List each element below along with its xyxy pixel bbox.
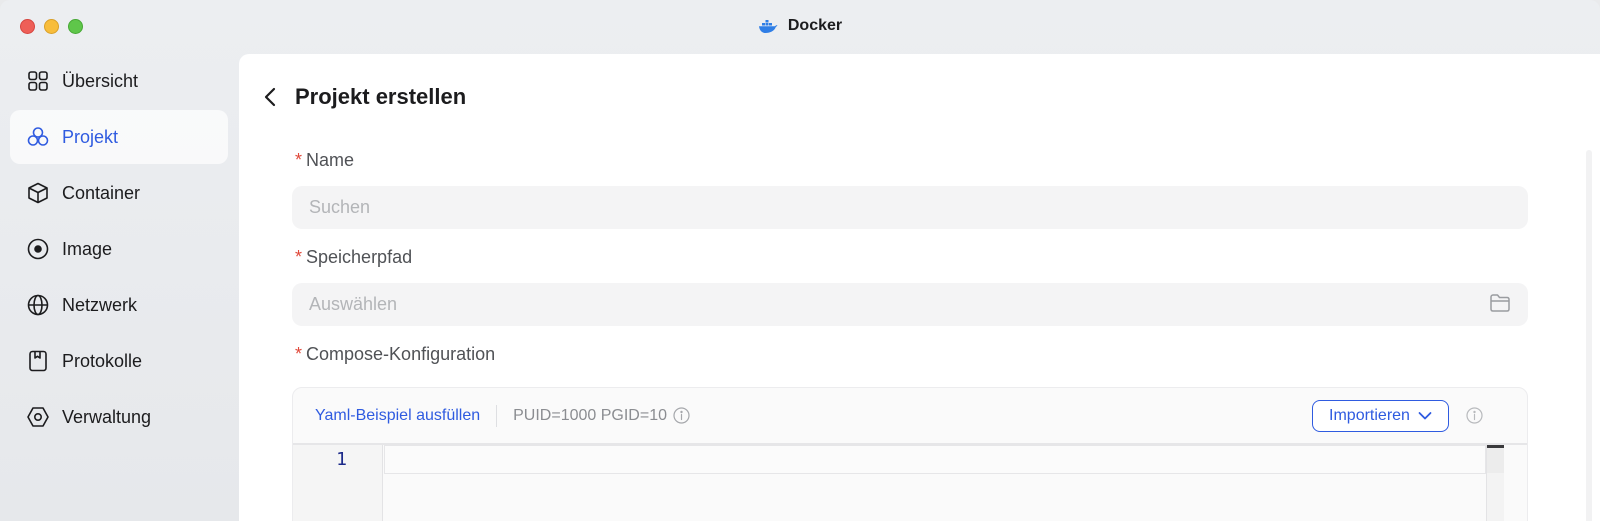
editor-scrollbar[interactable]: [1486, 445, 1504, 521]
cube-icon: [28, 182, 48, 204]
active-line[interactable]: [384, 445, 1486, 474]
sidebar-item-protokolle[interactable]: Protokolle: [10, 334, 228, 388]
info-icon[interactable]: [1466, 407, 1483, 424]
info-icon[interactable]: [673, 407, 690, 424]
sidebar-item-label: Verwaltung: [62, 406, 152, 427]
back-arrow-icon[interactable]: [261, 85, 281, 109]
sidebar-item-netzwerk[interactable]: Netzwerk: [10, 278, 228, 332]
disc-icon: [27, 238, 49, 260]
fill-yaml-example-link[interactable]: Yaml-Beispiel ausfüllen: [315, 407, 480, 425]
sidebar-item-label: Netzwerk: [62, 294, 138, 315]
sidebar-item-container[interactable]: Container: [10, 166, 228, 220]
sidebar-item-label: Projekt: [62, 126, 119, 147]
code-editor[interactable]: 1: [293, 443, 1527, 521]
app-window: Docker Übersicht Projekt Container Image…: [0, 0, 1600, 521]
folder-icon[interactable]: [1489, 293, 1511, 313]
globe-icon: [27, 294, 49, 316]
sidebar-item-label: Übersicht: [62, 70, 139, 91]
log-icon: [29, 350, 47, 372]
env-hint-text: PUID=1000 PGID=10: [513, 406, 667, 424]
docker-whale-icon: [758, 20, 778, 33]
compose-label-text: Compose-Konfiguration: [306, 344, 496, 364]
required-marker: *: [295, 344, 303, 364]
line-number: 1: [336, 449, 347, 470]
page-scrollbar[interactable]: [1586, 150, 1592, 521]
main-panel: Projekt erstellen * Name * Speicherpfad …: [239, 54, 1600, 521]
sidebar: Übersicht Projekt Container Image Netzwe…: [10, 54, 228, 446]
sidebar-item-label: Image: [62, 238, 113, 259]
name-input[interactable]: [292, 186, 1528, 229]
path-label: * Speicherpfad: [295, 247, 412, 268]
required-marker: *: [295, 247, 303, 267]
grid-icon: [28, 71, 48, 91]
editor-scrollbar-thumb[interactable]: [1487, 445, 1504, 473]
sidebar-item-label: Protokolle: [62, 350, 143, 371]
required-marker: *: [295, 150, 303, 170]
titlebar: Docker: [0, 0, 1600, 54]
window-title-text: Docker: [787, 17, 843, 34]
page-header: Projekt erstellen: [261, 84, 466, 110]
hexagons-icon: [27, 127, 49, 146]
sidebar-item-image[interactable]: Image: [10, 222, 228, 276]
line-number-gutter: 1: [293, 445, 383, 521]
sidebar-item-projekt[interactable]: Projekt: [10, 110, 228, 164]
sidebar-item-verwaltung[interactable]: Verwaltung: [10, 390, 228, 444]
settings-hex-icon: [27, 407, 49, 427]
chevron-down-icon: [1418, 412, 1432, 420]
name-label-text: Name: [306, 150, 355, 170]
compose-editor: Yaml-Beispiel ausfüllen PUID=1000 PGID=1…: [292, 387, 1528, 521]
window-title: Docker: [0, 17, 1600, 35]
import-dropdown-button[interactable]: Importieren: [1312, 400, 1449, 432]
sidebar-item-uebersicht[interactable]: Übersicht: [10, 54, 228, 108]
editor-toolbar: Yaml-Beispiel ausfüllen PUID=1000 PGID=1…: [293, 388, 1527, 443]
import-button-label: Importieren: [1329, 407, 1410, 424]
path-input[interactable]: [292, 283, 1528, 326]
path-label-text: Speicherpfad: [306, 247, 413, 267]
name-label: * Name: [295, 150, 354, 171]
toolbar-divider: [496, 404, 498, 427]
compose-label: * Compose-Konfiguration: [295, 344, 495, 365]
sidebar-item-label: Container: [62, 182, 141, 203]
page-title: Projekt erstellen: [295, 84, 467, 109]
